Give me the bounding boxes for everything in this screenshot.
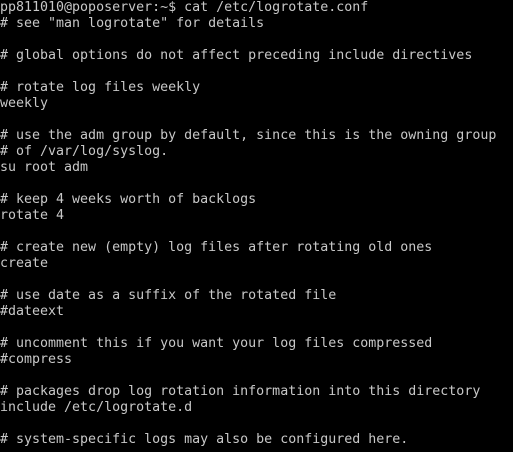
terminal-output-line: # packages drop log rotation information… bbox=[0, 384, 481, 399]
shell-prompt-line: pp811010@poposerver:~$ cat /etc/logrotat… bbox=[0, 0, 369, 15]
terminal-output-line: # use the adm group by default, since th… bbox=[0, 128, 497, 143]
terminal-output-line: #compress bbox=[0, 352, 73, 367]
terminal-output-line: rotate 4 bbox=[0, 208, 65, 223]
terminal-window[interactable]: pp811010@poposerver:~$ cat /etc/logrotat… bbox=[0, 0, 513, 452]
terminal-output-line: su root adm bbox=[0, 160, 89, 175]
terminal-output-line: # create new (empty) log files after rot… bbox=[0, 240, 433, 255]
terminal-output-line: include /etc/logrotate.d bbox=[0, 400, 193, 415]
terminal-output-line: # see "man logrotate" for details bbox=[0, 16, 265, 31]
terminal-output-line: # of /var/log/syslog. bbox=[0, 144, 169, 159]
terminal-output-line: # use date as a suffix of the rotated fi… bbox=[0, 288, 337, 303]
terminal-output-line: # rotate log files weekly bbox=[0, 80, 201, 95]
terminal-output-line: # global options do not affect preceding… bbox=[0, 48, 473, 63]
terminal-output-line: # uncomment this if you want your log fi… bbox=[0, 336, 433, 351]
terminal-output-line: # keep 4 weeks worth of backlogs bbox=[0, 192, 257, 207]
terminal-output-line: weekly bbox=[0, 96, 49, 111]
terminal-output-line: create bbox=[0, 256, 49, 271]
terminal-output-line: #dateext bbox=[0, 304, 65, 319]
terminal-output-line: # system-specific logs may also be confi… bbox=[0, 432, 409, 447]
